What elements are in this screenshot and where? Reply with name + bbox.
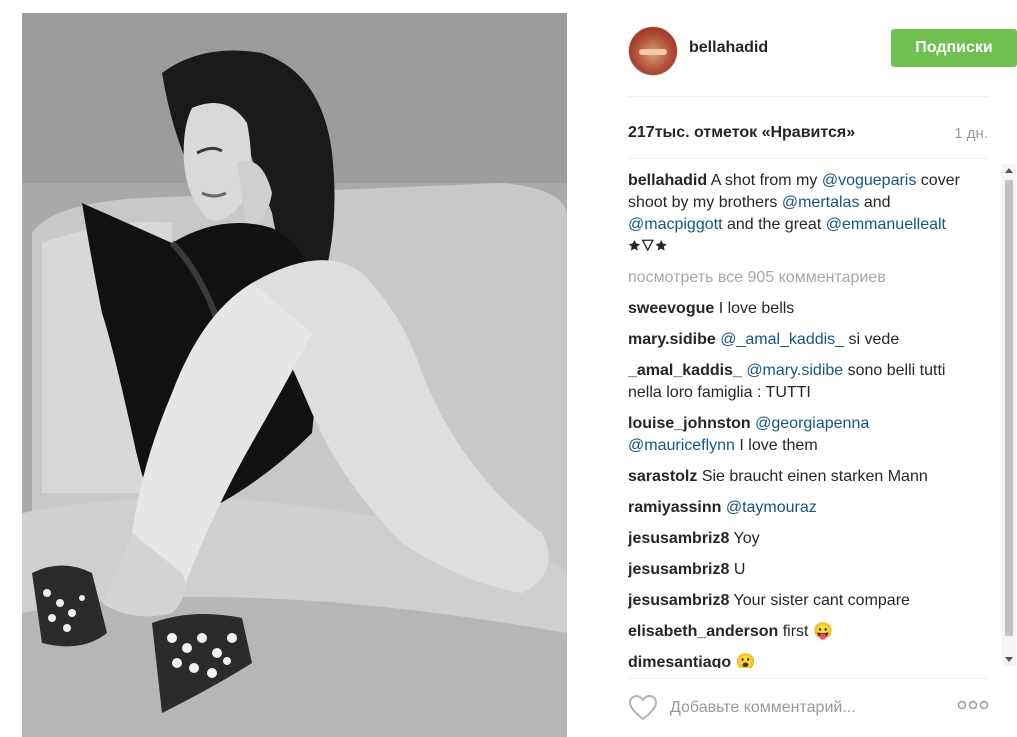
comment-item: jesusambriz8 U — [628, 559, 978, 581]
comment-username[interactable]: dimesantiago — [628, 654, 731, 668]
follow-button[interactable]: Подписки — [891, 29, 1017, 67]
comment-username[interactable]: elisabeth_anderson — [628, 623, 778, 640]
comment-item: sarastolz Sie braucht einen starken Mann — [628, 466, 978, 488]
comment-item: ramiyassinn @taymouraz — [628, 497, 978, 519]
comment-item: elisabeth_anderson first 😛 — [628, 621, 978, 643]
scroll-up-arrow-icon[interactable] — [1005, 168, 1013, 173]
post-side-panel: bellahadid Подписки 217тыс. отметок «Нра… — [598, 0, 1017, 737]
comment-username[interactable]: sweevogue — [628, 300, 714, 317]
mention-link[interactable]: @mauriceflynn — [628, 437, 735, 454]
comment-text: and the great — [722, 216, 826, 233]
comment-text: U — [729, 561, 746, 578]
scroll-thumb[interactable] — [1005, 180, 1013, 636]
mention-link[interactable]: @mertalas — [782, 194, 860, 211]
comment-item: dimesantiago 😮 — [628, 652, 978, 668]
comments-scrollbar[interactable] — [1002, 164, 1016, 666]
comment-username[interactable]: _amal_kaddis_ — [628, 362, 742, 379]
comment-text: Your sister cant compare — [729, 592, 910, 609]
add-comment-input[interactable] — [670, 696, 930, 720]
mention-link[interactable]: @taymouraz — [726, 499, 817, 516]
comment-text: 😮 — [731, 654, 756, 668]
comment-text: I love them — [734, 437, 818, 454]
heart-outline-icon[interactable] — [628, 694, 658, 722]
comments-list[interactable]: bellahadid A shot from my @vogueparis co… — [628, 170, 1003, 668]
comment-item: mary.sidibe @_amal_kaddis_ si vede — [628, 329, 978, 351]
comment-username[interactable]: mary.sidibe — [628, 331, 716, 348]
comment-text: Yoy — [729, 530, 760, 547]
comment-username[interactable]: louise_johnston — [628, 415, 751, 432]
comment-text: A shot from my — [710, 172, 822, 189]
mention-link[interactable]: @macpiggott — [628, 216, 723, 233]
comment-item: sweevogue I love bells — [628, 298, 978, 320]
comment-item: _amal_kaddis_ @mary.sidibe sono belli tu… — [628, 360, 978, 404]
comment-text: Sie braucht einen starken Mann — [697, 468, 928, 485]
mention-link[interactable]: @mary.sidibe — [746, 362, 843, 379]
post-footer — [628, 690, 989, 726]
likes-divider — [628, 158, 988, 159]
comment-username[interactable]: sarastolz — [628, 468, 697, 485]
comment-username[interactable]: jesusambriz8 — [628, 530, 729, 547]
comment-text: si vede — [844, 331, 900, 348]
likes-row: 217тыс. отметок «Нравится» 1 дн. — [628, 124, 988, 146]
comment-username[interactable]: jesusambriz8 — [628, 561, 729, 578]
caption: bellahadid A shot from my @vogueparis co… — [628, 170, 978, 258]
comment-item: jesusambriz8 Your sister cant compare — [628, 590, 978, 612]
post-header: bellahadid Подписки — [628, 26, 1017, 76]
header-divider — [628, 96, 988, 97]
comment-text: I love bells — [714, 300, 795, 317]
comment-text: and — [859, 194, 891, 211]
more-options-icon[interactable] — [957, 700, 989, 710]
post-time[interactable]: 1 дн. — [954, 125, 988, 142]
mention-link[interactable]: @emmanuellealt — [826, 216, 946, 233]
comment-item: louise_johnston @georgiapenna @mauricefl… — [628, 413, 978, 457]
comment-username[interactable]: ramiyassinn — [628, 499, 721, 516]
mention-link[interactable]: @georgiapenna — [755, 415, 869, 432]
mention-link[interactable]: @vogueparis — [822, 172, 917, 189]
comment-item: jesusambriz8 Yoy — [628, 528, 978, 550]
comment-text: first 😛 — [778, 623, 833, 640]
view-all-comments-link[interactable]: посмотреть все 905 комментариев — [628, 267, 978, 289]
post-photo[interactable] — [22, 13, 567, 737]
photo-illustration — [22, 13, 567, 737]
likes-count[interactable]: 217тыс. отметок «Нравится» — [628, 124, 855, 142]
footer-divider — [628, 678, 988, 679]
caption-username[interactable]: bellahadid — [628, 172, 707, 189]
scroll-down-arrow-icon[interactable] — [1005, 657, 1013, 662]
comment-username[interactable]: jesusambriz8 — [628, 592, 729, 609]
comment-text: 🟊🜄🟊 — [628, 238, 668, 255]
avatar[interactable] — [628, 26, 678, 76]
mention-link[interactable]: @_amal_kaddis_ — [720, 331, 844, 348]
author-username[interactable]: bellahadid — [689, 39, 768, 57]
